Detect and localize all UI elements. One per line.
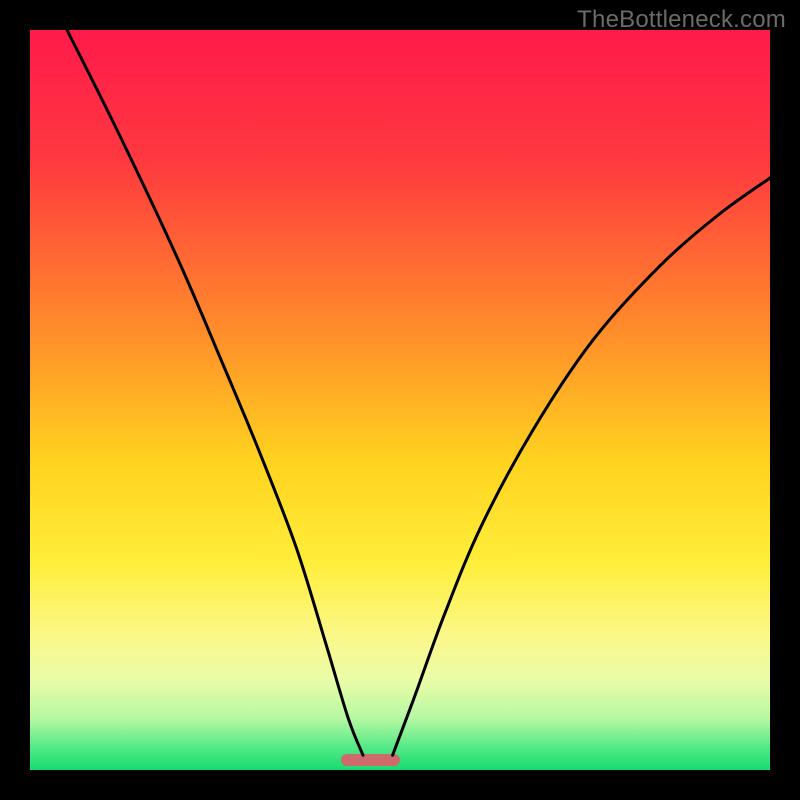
plot-area <box>30 30 770 770</box>
curve-layer <box>30 30 770 770</box>
curve-left-curve <box>67 30 363 755</box>
curve-right-curve <box>393 178 770 755</box>
chart-frame: TheBottleneck.com <box>0 0 800 800</box>
watermark-text: TheBottleneck.com <box>577 6 786 34</box>
